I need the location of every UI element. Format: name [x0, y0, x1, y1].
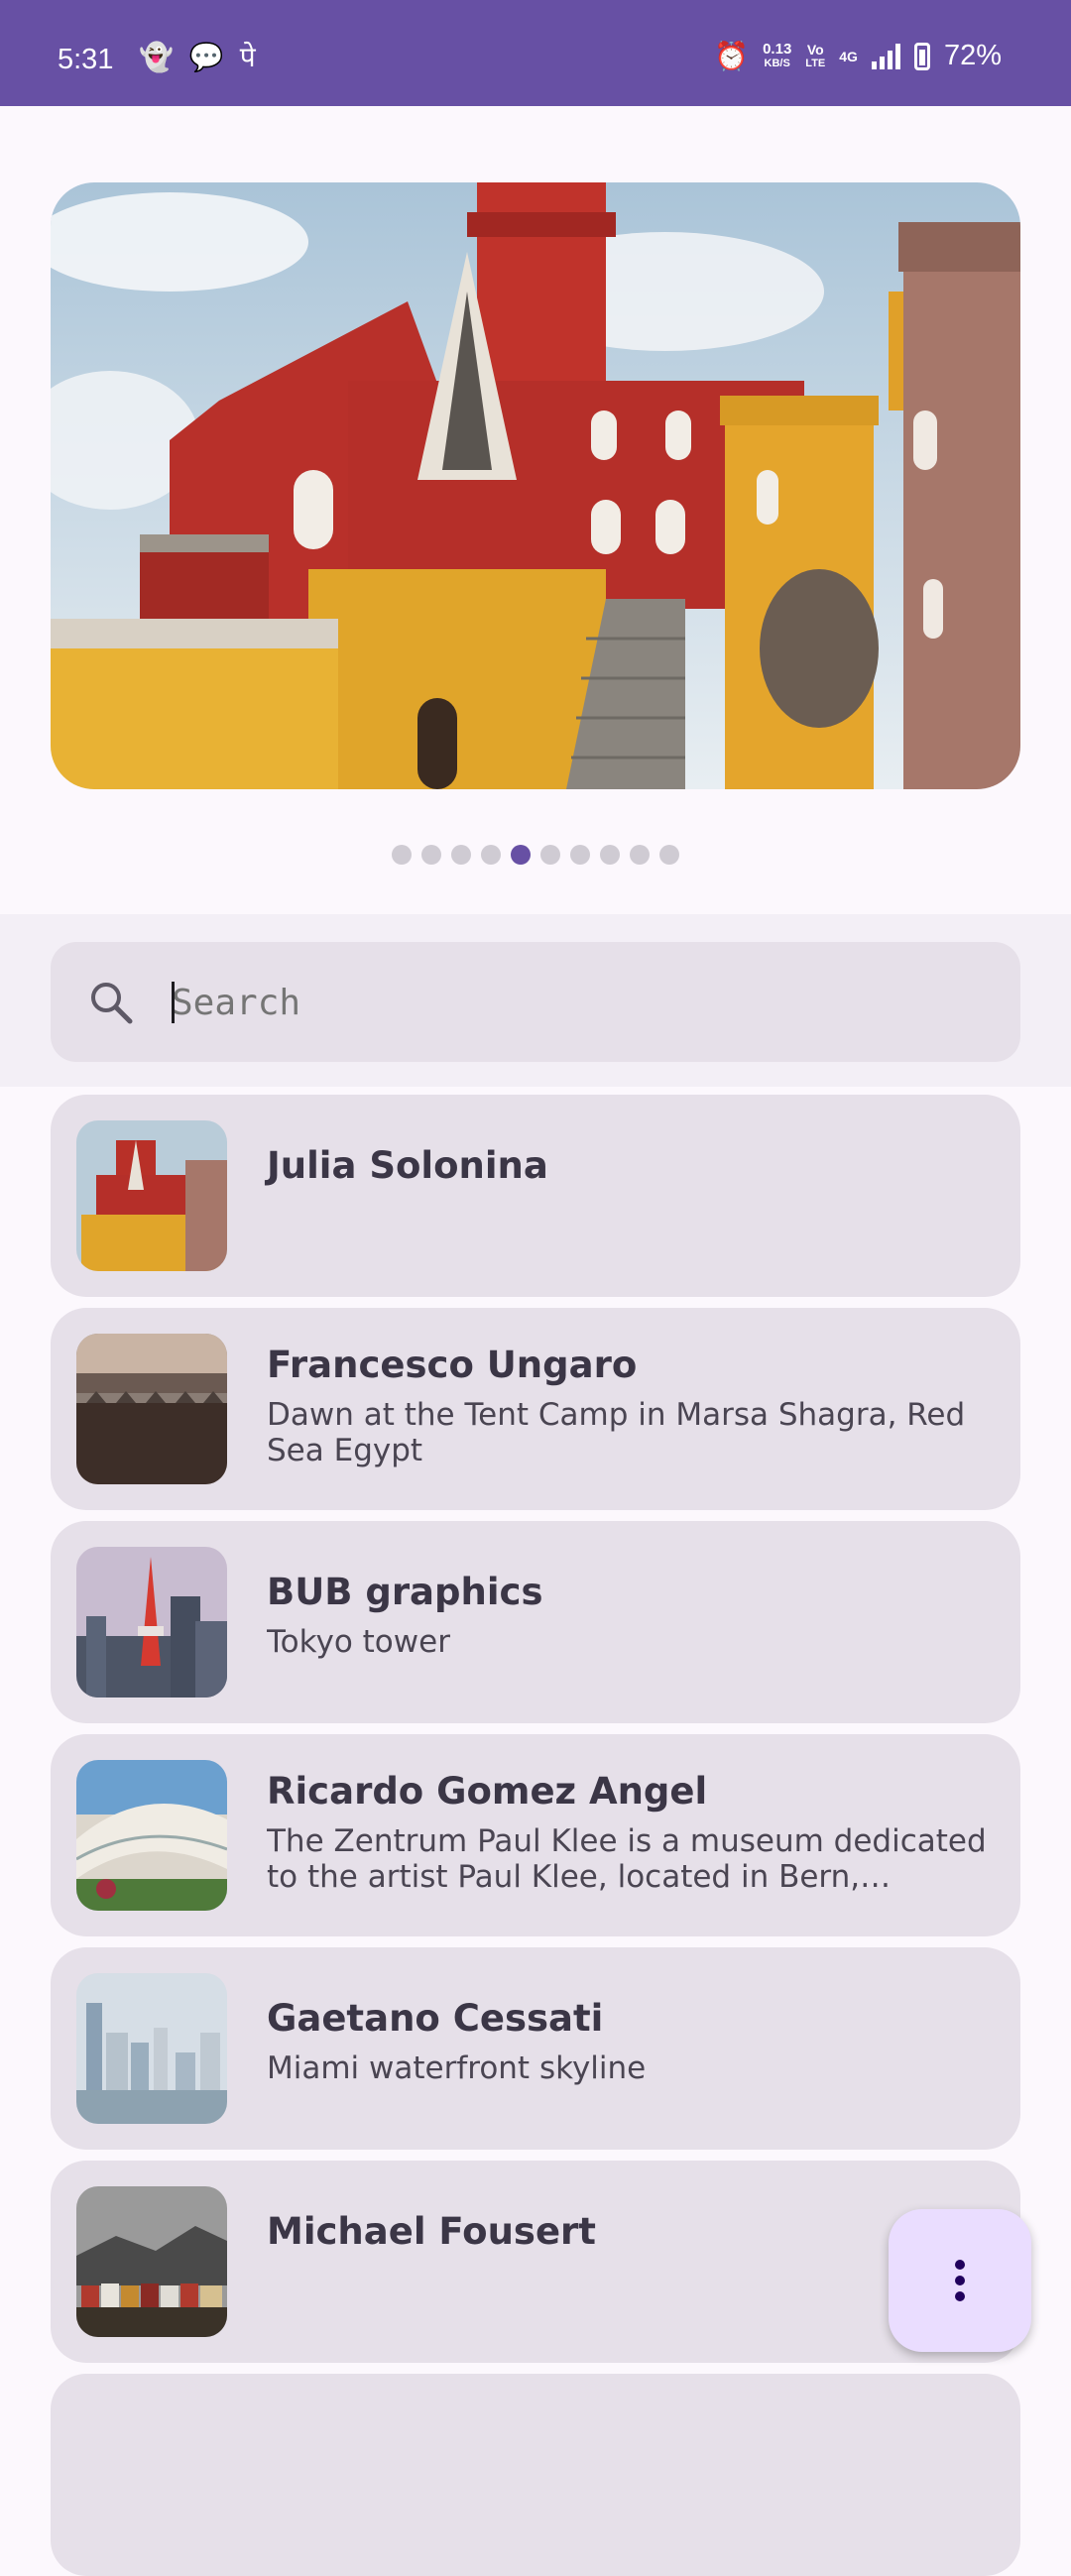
carousel-dot[interactable] — [451, 845, 471, 865]
list-item[interactable]: Ricardo Gomez Angel The Zentrum Paul Kle… — [51, 1734, 1020, 1936]
more-options-fab[interactable] — [889, 2209, 1031, 2352]
item-author: Gaetano Cessati — [267, 1997, 604, 2040]
network-speed: 0.13 KB/S — [763, 42, 791, 71]
item-author: Francesco Ungaro — [267, 1344, 638, 1386]
carousel-dot[interactable] — [421, 845, 441, 865]
system-indicators: ⏰ 0.13 KB/S Vo LTE 4G 72% — [714, 40, 1002, 72]
carousel-dot[interactable] — [511, 845, 531, 865]
thumbnail-image — [76, 1120, 227, 1271]
item-description: The Zentrum Paul Klee is a museum dedica… — [267, 1823, 987, 1895]
carousel-dot[interactable] — [600, 845, 620, 865]
thumbnail-image — [76, 1334, 227, 1484]
item-description: Tokyo tower — [267, 1624, 450, 1660]
item-author: Michael Fousert — [267, 2210, 596, 2253]
thumbnail-image — [76, 1760, 227, 1911]
item-author: Julia Solonina — [267, 1144, 548, 1187]
carousel-dot[interactable] — [659, 845, 679, 865]
thumbnail-image — [76, 1973, 227, 2124]
chat-bubble-icon: 💬 — [188, 41, 224, 73]
search-icon — [86, 978, 136, 1031]
list-item[interactable]: Michael Fousert — [51, 2161, 1020, 2363]
carousel-dot[interactable] — [481, 845, 501, 865]
carousel-dot[interactable] — [570, 845, 590, 865]
speed-value: 0.13 — [763, 40, 792, 58]
list-item[interactable]: Francesco Ungaro Dawn at the Tent Camp i… — [51, 1308, 1020, 1510]
carousel-image[interactable] — [51, 182, 1020, 789]
battery-icon — [913, 42, 930, 70]
item-author: Ricardo Gomez Angel — [267, 1770, 708, 1813]
text-cursor — [172, 982, 175, 1023]
item-description: Miami waterfront skyline — [267, 2050, 647, 2086]
battery-percent: 72% — [943, 40, 1002, 71]
speed-unit: KB/S — [764, 57, 790, 69]
status-bar: 5:31 👻 💬 पे ⏰ 0.13 KB/S Vo LTE 4G 72% — [0, 0, 1071, 106]
thumbnail-image — [76, 2186, 227, 2337]
list-item[interactable]: Gaetano Cessati Miami waterfront skyline — [51, 1947, 1020, 2150]
item-description: Dawn at the Tent Camp in Marsa Shagra, R… — [267, 1397, 966, 1468]
volte-indicator: Vo LTE — [805, 43, 825, 70]
carousel-dot[interactable] — [630, 845, 650, 865]
app-notification-icon: पे — [239, 41, 256, 73]
list-item[interactable] — [51, 2374, 1020, 2576]
search-bar[interactable] — [51, 942, 1020, 1062]
network-type: 4G — [839, 48, 858, 64]
item-author: BUB graphics — [267, 1571, 543, 1613]
signal-icon — [871, 43, 900, 69]
list-item[interactable]: Julia Solonina — [51, 1095, 1020, 1297]
volte-top: Vo — [806, 41, 824, 58]
status-time: 5:31 — [58, 44, 114, 75]
snapchat-icon: 👻 — [139, 41, 174, 73]
more-vert-icon — [955, 2257, 965, 2304]
alarm-icon: ⏰ — [714, 41, 750, 71]
list-item[interactable]: BUB graphics Tokyo tower — [51, 1521, 1020, 1723]
carousel-dot[interactable] — [392, 845, 412, 865]
notification-icons: 👻 💬 पे — [139, 42, 256, 73]
thumbnail-image — [76, 1547, 227, 1698]
search-input[interactable] — [170, 966, 987, 1039]
carousel-page-indicator — [0, 845, 1071, 865]
volte-bottom: LTE — [805, 57, 826, 69]
carousel-dot[interactable] — [540, 845, 560, 865]
